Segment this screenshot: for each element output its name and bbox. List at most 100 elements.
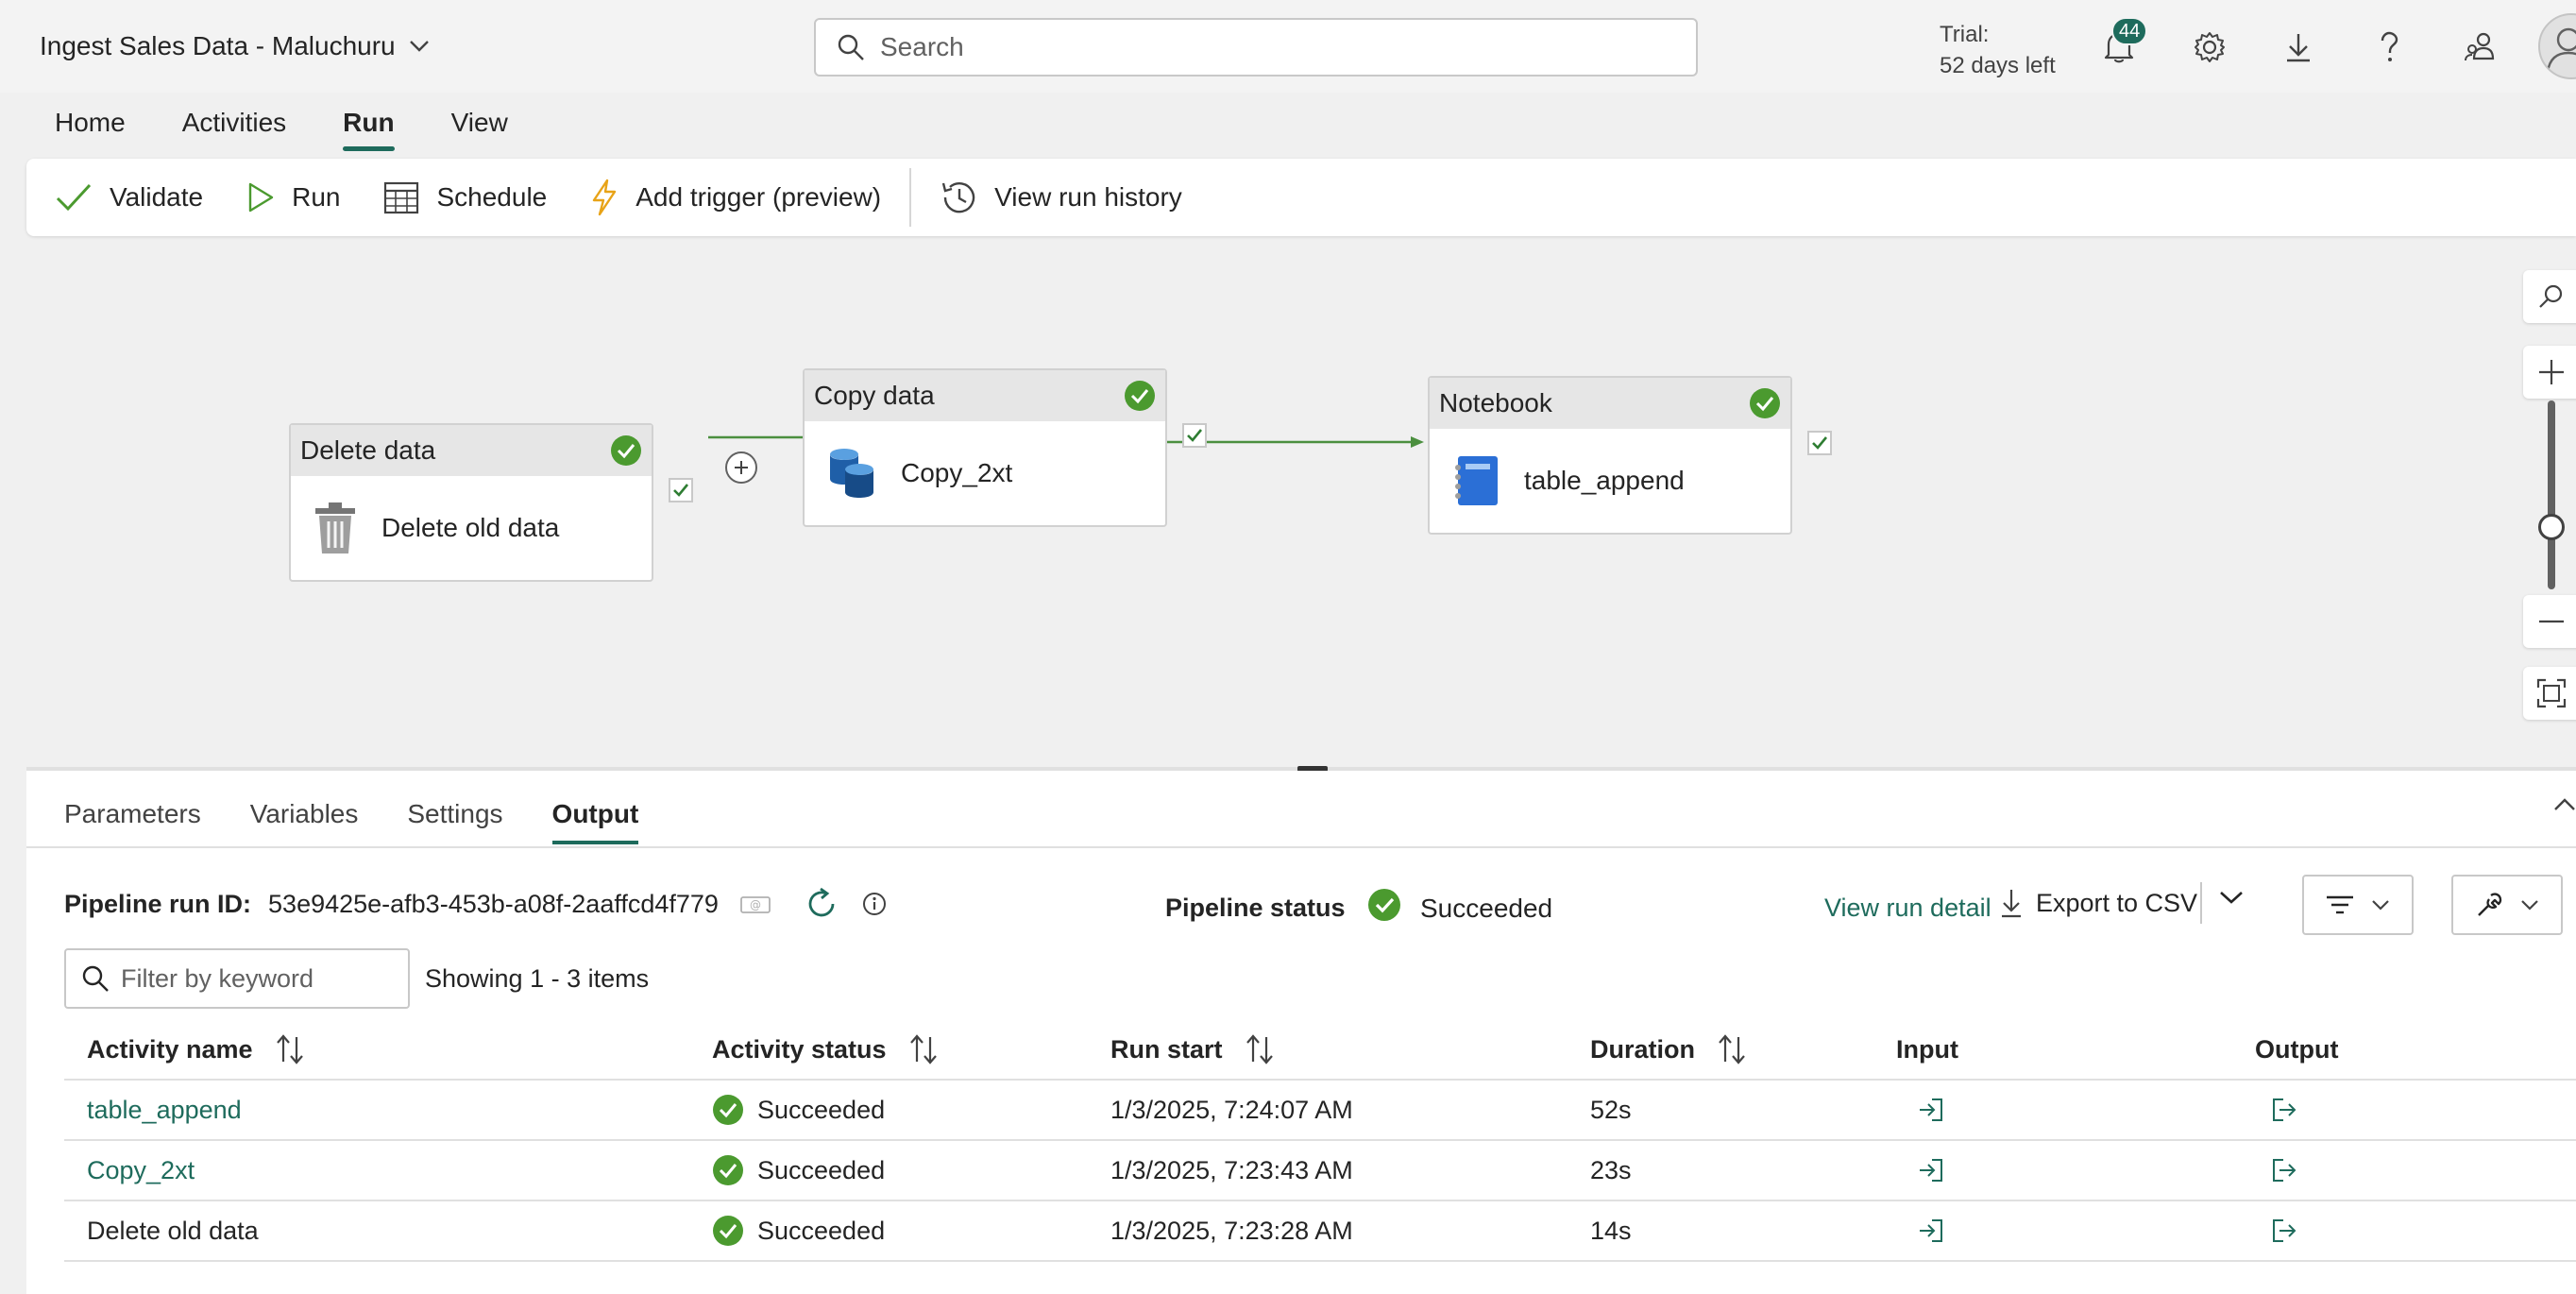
tab-activities[interactable]: Activities — [154, 93, 314, 155]
activity-notebook[interactable]: Notebook table_append — [1428, 376, 1792, 535]
tab-run[interactable]: Run — [314, 93, 422, 155]
input-button[interactable] — [1917, 1217, 1945, 1244]
schedule-label: Schedule — [436, 182, 548, 212]
activity-name-link[interactable]: table_append — [87, 1096, 242, 1125]
run-start-cell: 1/3/2025, 7:24:07 AM — [1110, 1095, 1353, 1124]
input-icon — [1920, 1219, 1942, 1242]
table-header-row: Activity name Activity status Run start … — [64, 1020, 2576, 1081]
activity-name: Copy_2xt — [901, 458, 1013, 487]
svg-text:@: @ — [750, 898, 761, 911]
activity-delete-data[interactable]: Delete data Delete old data — [289, 423, 653, 582]
export-csv-label: Export to CSV — [2036, 888, 2198, 917]
zoom-out-button[interactable] — [2523, 595, 2576, 648]
zoom-slider-thumb[interactable] — [2538, 514, 2565, 540]
activity-status-cell: Succeeded — [712, 1215, 885, 1247]
duration-cell: 52s — [1590, 1095, 1632, 1124]
column-duration[interactable]: Duration — [1590, 1033, 1748, 1065]
column-label: Duration — [1590, 1034, 1695, 1064]
activity-copy-data[interactable]: Copy data Copy_2xt — [803, 368, 1167, 527]
pipeline-canvas[interactable]: Delete data Delete old data Copy data Co… — [26, 251, 2576, 767]
view-run-detail-link[interactable]: View run detail — [1824, 894, 1991, 923]
filter-keyword-box[interactable] — [64, 948, 410, 1009]
app-title[interactable]: Ingest Sales Data - Maluchuru — [40, 31, 430, 61]
column-label: Run start — [1110, 1034, 1223, 1064]
plus-icon — [2539, 360, 2564, 384]
tab-settings[interactable]: Settings — [382, 788, 527, 844]
table-row[interactable]: table_append Succeeded 1/3/2025, 7:24:07… — [64, 1081, 2576, 1141]
search-input[interactable] — [880, 32, 1654, 62]
activity-status-cell: Succeeded — [712, 1094, 885, 1126]
tab-view[interactable]: View — [423, 93, 536, 155]
play-icon — [248, 182, 274, 213]
activity-body: Copy_2xt — [805, 421, 1165, 525]
view-run-history-label: View run history — [994, 182, 1182, 212]
success-check-icon — [713, 1155, 743, 1185]
sort-icon — [1246, 1034, 1273, 1064]
success-check-icon — [713, 1095, 743, 1125]
filter-button[interactable] — [2302, 875, 2414, 935]
column-activity-name[interactable]: Activity name — [87, 1033, 306, 1065]
output-button[interactable] — [2270, 1157, 2298, 1183]
download-button[interactable] — [2278, 26, 2319, 68]
schedule-button[interactable]: Schedule — [383, 180, 547, 214]
validate-button[interactable]: Validate — [55, 181, 203, 213]
filter-keyword-input[interactable] — [121, 963, 404, 994]
fit-to-screen-button[interactable] — [2523, 667, 2576, 720]
tab-output[interactable]: Output — [528, 788, 664, 844]
activity-status-cell: Succeeded — [712, 1154, 885, 1186]
help-button[interactable] — [2368, 26, 2410, 68]
pipeline-status-value: Succeeded — [1420, 894, 1553, 923]
on-success-handle[interactable] — [669, 478, 693, 502]
table-row[interactable]: Copy_2xt Succeeded 1/3/2025, 7:23:43 AM … — [64, 1141, 2576, 1201]
export-options-dropdown[interactable] — [2219, 890, 2244, 905]
chevron-down-icon — [2220, 892, 2243, 904]
info-button[interactable] — [862, 892, 887, 916]
tab-parameters[interactable]: Parameters — [64, 788, 226, 844]
copy-id-button[interactable]: @ — [739, 894, 771, 914]
trash-icon — [315, 502, 355, 553]
zoom-in-button[interactable] — [2523, 346, 2576, 399]
activity-name: table_append — [1524, 466, 1685, 495]
search-icon — [82, 965, 109, 992]
share-button[interactable] — [2459, 26, 2500, 68]
on-success-handle[interactable] — [1807, 431, 1832, 455]
activity-name-link[interactable]: Copy_2xt — [87, 1156, 195, 1185]
column-options-button[interactable] — [2451, 875, 2563, 935]
database-icon — [830, 449, 873, 498]
tab-home[interactable]: Home — [26, 93, 154, 155]
canvas-search-button[interactable] — [2523, 270, 2576, 323]
run-button[interactable]: Run — [246, 181, 340, 213]
column-activity-status[interactable]: Activity status — [712, 1033, 940, 1065]
success-check-icon — [713, 1216, 743, 1246]
settings-button[interactable] — [2189, 26, 2230, 68]
validate-label: Validate — [110, 182, 204, 212]
add-activity-button[interactable] — [725, 451, 757, 484]
run-label: Run — [292, 182, 341, 212]
bottom-tabs: Parameters Variables Settings Output — [64, 788, 663, 844]
table-row[interactable]: Delete old data Succeeded 1/3/2025, 7:23… — [64, 1201, 2576, 1262]
output-icon — [2273, 1159, 2296, 1182]
view-run-history-button[interactable]: View run history — [940, 179, 1182, 215]
run-start-cell: 1/3/2025, 7:23:28 AM — [1110, 1216, 1353, 1245]
input-icon — [1920, 1098, 1942, 1121]
status-text: Succeeded — [757, 1155, 886, 1184]
export-csv-button[interactable]: Export to CSV — [2000, 888, 2197, 918]
search-box[interactable] — [814, 18, 1698, 77]
refresh-button[interactable] — [804, 886, 839, 922]
run-toolbar: Validate Run Schedule Add trigger (previ… — [26, 159, 2576, 236]
small-check-icon — [673, 484, 689, 497]
output-button[interactable] — [2270, 1097, 2298, 1123]
search-icon — [838, 34, 864, 60]
output-panel: Parameters Variables Settings Output Pip… — [26, 771, 2576, 1294]
tab-variables[interactable]: Variables — [226, 788, 383, 844]
input-button[interactable] — [1917, 1097, 1945, 1123]
column-run-start[interactable]: Run start — [1110, 1033, 1276, 1065]
success-check-icon — [1125, 381, 1155, 411]
sort-icon — [909, 1034, 937, 1064]
add-trigger-button[interactable]: Add trigger (preview) — [590, 179, 881, 216]
collapse-panel-button[interactable] — [2553, 797, 2576, 812]
output-button[interactable] — [2270, 1217, 2298, 1244]
on-success-handle[interactable] — [1182, 423, 1207, 448]
input-button[interactable] — [1917, 1157, 1945, 1183]
zoom-slider-track[interactable] — [2548, 400, 2555, 589]
